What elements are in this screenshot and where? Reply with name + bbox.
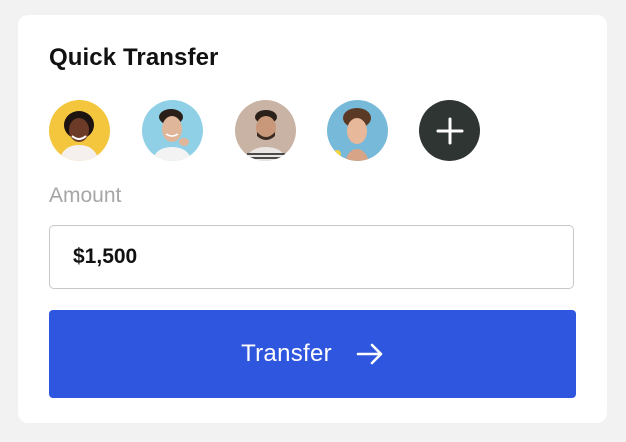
arrow-right-icon	[356, 343, 384, 365]
recipient-list	[49, 100, 489, 161]
amount-label: Amount	[49, 184, 122, 207]
quick-transfer-card: Quick Transfer Amount $1,500 Transfer	[18, 15, 607, 423]
card-title: Quick Transfer	[49, 44, 219, 71]
recipient-avatar-1[interactable]	[49, 100, 110, 161]
transfer-button-label: Transfer	[241, 340, 332, 367]
recipient-avatar-2[interactable]	[142, 100, 203, 161]
amount-input[interactable]	[49, 225, 574, 289]
recipient-avatar-3[interactable]	[235, 100, 296, 161]
transfer-button[interactable]: Transfer	[49, 310, 576, 398]
recipient-avatar-4[interactable]	[327, 100, 388, 161]
plus-icon	[436, 117, 463, 144]
add-recipient-button[interactable]	[419, 100, 480, 161]
